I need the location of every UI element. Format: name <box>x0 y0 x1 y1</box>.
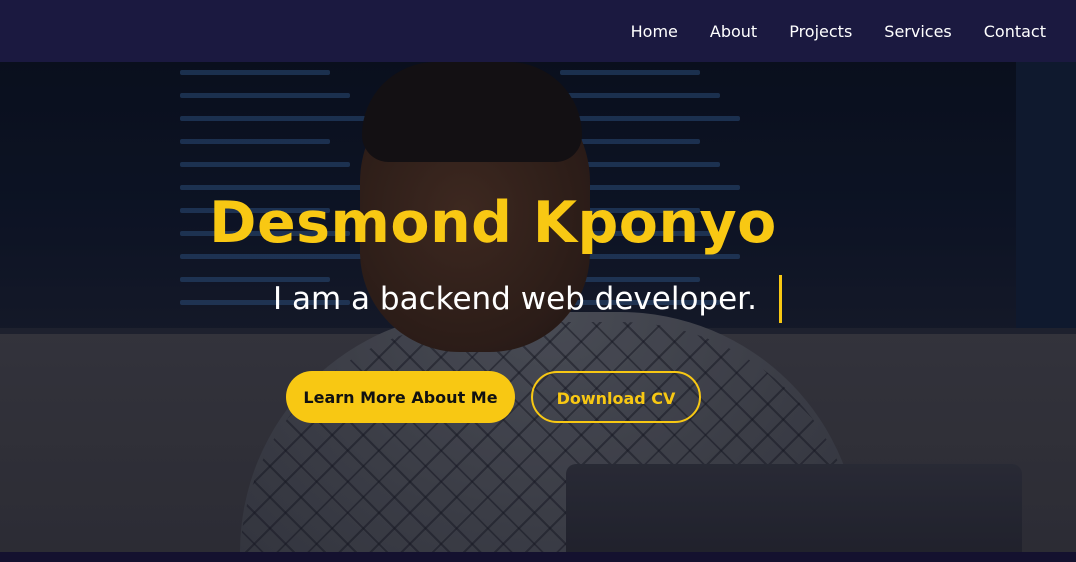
nav-links: Home About Projects Services Contact <box>599 0 1046 62</box>
nav-link-home[interactable]: Home <box>631 22 678 41</box>
hero-section: Desmond Kponyo I am a backend web develo… <box>0 62 1076 552</box>
hero-name: Desmond Kponyo <box>209 190 777 256</box>
footer-strip <box>0 552 1076 562</box>
nav-link-services[interactable]: Services <box>884 22 951 41</box>
nav-link-about[interactable]: About <box>710 22 757 41</box>
typing-cursor <box>779 275 782 323</box>
hero-tagline: I am a backend web developer. <box>273 281 757 317</box>
top-navbar: Home About Projects Services Contact <box>0 0 1076 62</box>
nav-link-projects[interactable]: Projects <box>789 22 852 41</box>
learn-more-button[interactable]: Learn More About Me <box>286 371 515 423</box>
nav-link-contact[interactable]: Contact <box>984 22 1046 41</box>
download-cv-button[interactable]: Download CV <box>531 371 701 423</box>
